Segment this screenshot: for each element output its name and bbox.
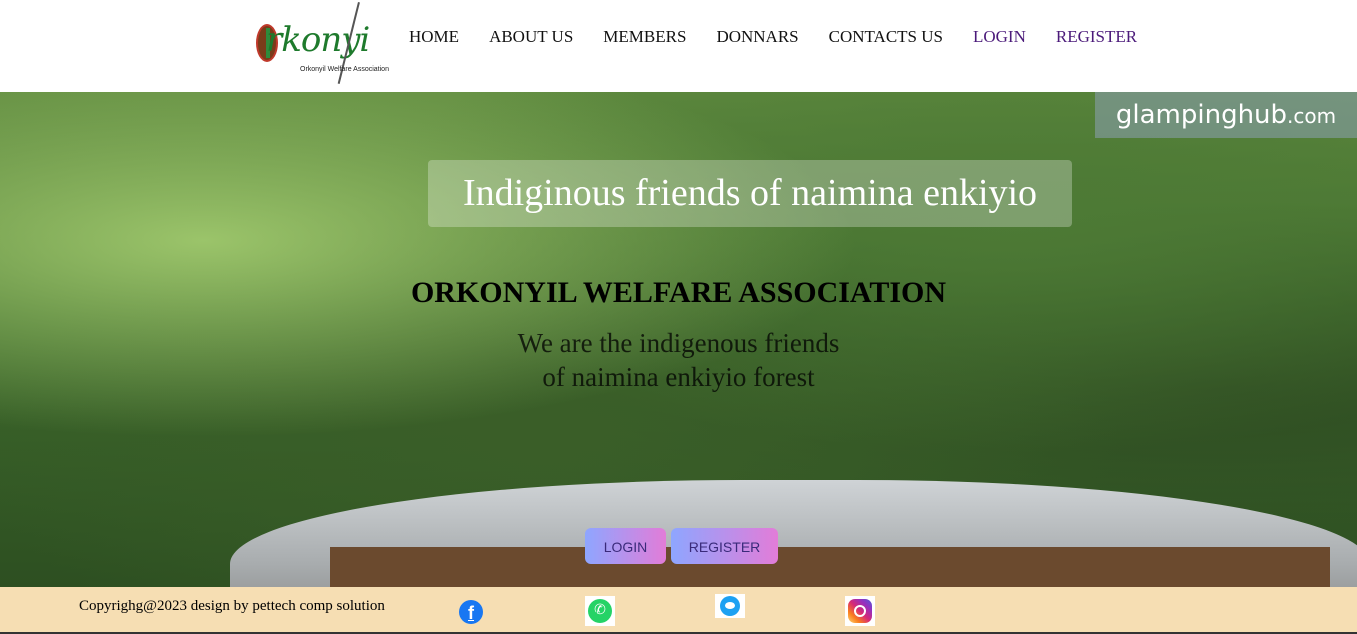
- nav-members[interactable]: MEMBERS: [603, 27, 686, 47]
- register-button[interactable]: REGISTER: [671, 528, 778, 564]
- hero-subtitle: We are the indigenous friends of naimina…: [0, 326, 1357, 394]
- nav-donnars[interactable]: DONNARS: [716, 27, 798, 47]
- hero-subtitle-line1: We are the indigenous friends: [517, 328, 840, 358]
- facebook-icon[interactable]: f: [459, 600, 483, 624]
- logo-subtitle: Orkonyil Welfare Association: [300, 66, 389, 73]
- watermark-text: glampinghub: [1115, 100, 1288, 130]
- login-button[interactable]: LOGIN: [585, 528, 666, 564]
- copyright-text: Copyrighg@2023 design by pettech comp so…: [79, 598, 385, 614]
- nav-about-us[interactable]: ABOUT US: [489, 27, 573, 47]
- hero-tagline: Indiginous friends of naimina enkiyio: [428, 160, 1072, 227]
- site-footer: Copyrighg@2023 design by pettech comp so…: [0, 587, 1357, 634]
- organization-name: ORKONYIL WELFARE ASSOCIATION: [410, 276, 947, 309]
- hero-banner: glampinghub.com Indiginous friends of na…: [0, 92, 1357, 587]
- nav-login[interactable]: LOGIN: [973, 27, 1026, 47]
- main-nav: HOME ABOUT US MEMBERS DONNARS CONTACTS U…: [409, 27, 1167, 47]
- whatsapp-icon[interactable]: ✆: [585, 596, 615, 626]
- watermark-tld: .com: [1287, 104, 1337, 128]
- instagram-icon[interactable]: [845, 596, 875, 626]
- nav-register[interactable]: REGISTER: [1056, 27, 1137, 47]
- orkonyi-logo[interactable]: rkonyi Orkonyil Welfare Association: [252, 2, 389, 86]
- hero-subtitle-line2: of naimina enkiyio forest: [542, 362, 815, 392]
- nav-home[interactable]: HOME: [409, 27, 459, 47]
- hut-wall-image: [330, 547, 1330, 587]
- glampinghub-watermark: glampinghub.com: [1095, 92, 1357, 138]
- nav-contacts-us[interactable]: CONTACTS US: [829, 27, 943, 47]
- site-header: rkonyi Orkonyil Welfare Association HOME…: [0, 0, 1357, 92]
- twitter-icon[interactable]: [715, 594, 745, 618]
